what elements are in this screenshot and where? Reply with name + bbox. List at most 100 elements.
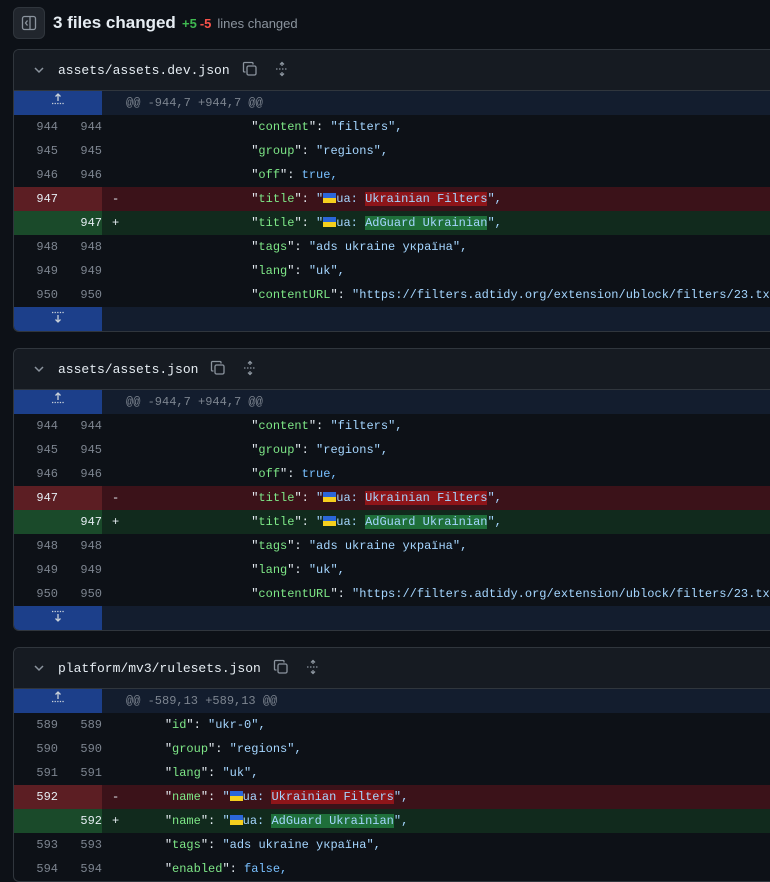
page-title: 3 files changed [53,13,176,32]
old-line-number[interactable]: 944 [14,414,58,438]
copy-icon[interactable] [273,659,289,680]
file-diff: platform/mv3/rulesets.json @@ -589,13 +58… [13,647,770,882]
diff-line: 591 591 "lang": "uk", [14,761,770,785]
new-line-number[interactable]: 945 [58,139,102,163]
file-name[interactable]: assets/assets.dev.json [58,63,230,78]
old-line-number[interactable]: 949 [14,558,58,582]
old-line-number[interactable]: 948 [14,235,58,259]
old-line-number[interactable]: 949 [14,259,58,283]
code-line: "title": " ua: Ukrainian Filters", [136,486,770,510]
json-key: content [258,120,309,134]
expand-down-button[interactable] [14,307,102,331]
new-line-number[interactable]: 591 [58,761,102,785]
new-line-number[interactable]: 593 [58,833,102,857]
old-line-number[interactable]: 591 [14,761,58,785]
old-line-number[interactable]: 946 [14,163,58,187]
old-line-number[interactable] [14,809,58,833]
value-suffix: ", [487,515,502,529]
old-line-number[interactable]: 590 [14,737,58,761]
old-line-number[interactable]: 947 [14,486,58,510]
new-line-number[interactable]: 948 [58,235,102,259]
old-line-number[interactable]: 944 [14,115,58,139]
new-line-number[interactable] [58,187,102,211]
expand-down-button[interactable] [14,606,102,630]
diff-sign: + [102,809,136,833]
value-prefix: ua: [336,491,366,505]
new-line-number[interactable]: 949 [58,259,102,283]
old-line-number[interactable]: 594 [14,857,58,881]
file-name[interactable]: platform/mv3/rulesets.json [58,661,261,676]
new-line-number[interactable]: 947 [58,510,102,534]
lines-changed-label: lines changed [217,16,298,31]
new-line-number[interactable]: 947 [58,211,102,235]
expand-up-button[interactable] [14,689,102,713]
old-line-number[interactable]: 945 [14,438,58,462]
old-line-number[interactable]: 945 [14,139,58,163]
new-line-number[interactable] [58,486,102,510]
file-name[interactable]: assets/assets.json [58,362,198,377]
new-line-number[interactable]: 946 [58,163,102,187]
diff-sign [102,414,136,438]
new-line-number[interactable]: 944 [58,115,102,139]
json-key: tags [172,838,201,852]
old-line-number[interactable] [14,211,58,235]
value-suffix: ", [487,216,502,230]
old-line-number[interactable]: 950 [14,582,58,606]
expand-up-button[interactable] [14,91,102,115]
json-key: contentURL [258,587,331,601]
new-line-number[interactable]: 950 [58,283,102,307]
old-line-number[interactable]: 589 [14,713,58,737]
value-suffix: ", [393,790,409,804]
old-line-number[interactable]: 593 [14,833,58,857]
copy-icon[interactable] [210,360,226,381]
chevron-down-icon[interactable] [32,63,46,77]
new-line-number[interactable]: 944 [58,414,102,438]
diff-stats: +5 -5 lines changed [182,16,298,31]
new-line-number[interactable]: 950 [58,582,102,606]
expand-up-button[interactable] [14,390,102,414]
code-line: "lang": "uk", [136,761,770,785]
new-line-number[interactable] [58,785,102,809]
expand-filler [102,307,770,331]
new-line-number[interactable]: 945 [58,438,102,462]
new-line-number[interactable]: 592 [58,809,102,833]
expand-down-icon [50,609,66,628]
diff-line: 950 950 "contentURL": "https://filters.ad… [14,582,770,606]
chevron-down-icon[interactable] [32,362,46,376]
old-line-number[interactable]: 946 [14,462,58,486]
changed-text: Ukrainian Filters [271,790,394,804]
chevron-down-icon[interactable] [32,661,46,675]
code-line: "id": "ukr-0", [136,713,770,737]
expand-all-icon[interactable] [305,659,321,680]
expand-all-icon[interactable] [242,360,258,381]
json-key: title [258,192,295,206]
old-line-number[interactable]: 950 [14,283,58,307]
old-line-number[interactable] [14,510,58,534]
old-line-number[interactable]: 948 [14,534,58,558]
new-line-number[interactable]: 594 [58,857,102,881]
old-line-number[interactable]: 592 [14,785,58,809]
file-header: platform/mv3/rulesets.json [14,648,770,689]
new-line-number[interactable]: 590 [58,737,102,761]
new-line-number[interactable]: 949 [58,558,102,582]
new-line-number[interactable]: 946 [58,462,102,486]
diff-line: 592 + "name": " ua: AdGuard Ukrainian", [14,809,770,833]
diff-line: 949 949 "lang": "uk", [14,558,770,582]
changed-text: Ukrainian Filters [365,491,488,505]
diff-line: 948 948 "tags": "ads ukraine україна", [14,534,770,558]
expand-all-icon[interactable] [274,61,290,82]
code-line: "title": " ua: AdGuard Ukrainian", [136,211,770,235]
toggle-file-tree-button[interactable] [13,7,45,39]
copy-icon[interactable] [242,61,258,82]
old-line-number[interactable]: 947 [14,187,58,211]
new-line-number[interactable]: 589 [58,713,102,737]
new-line-number[interactable]: 948 [58,534,102,558]
diff-line: 945 945 "group": "regions", [14,139,770,163]
json-value: true, [301,168,338,182]
changed-text: AdGuard Ukrainian [271,814,394,828]
code-line: "group": "regions", [136,737,770,761]
